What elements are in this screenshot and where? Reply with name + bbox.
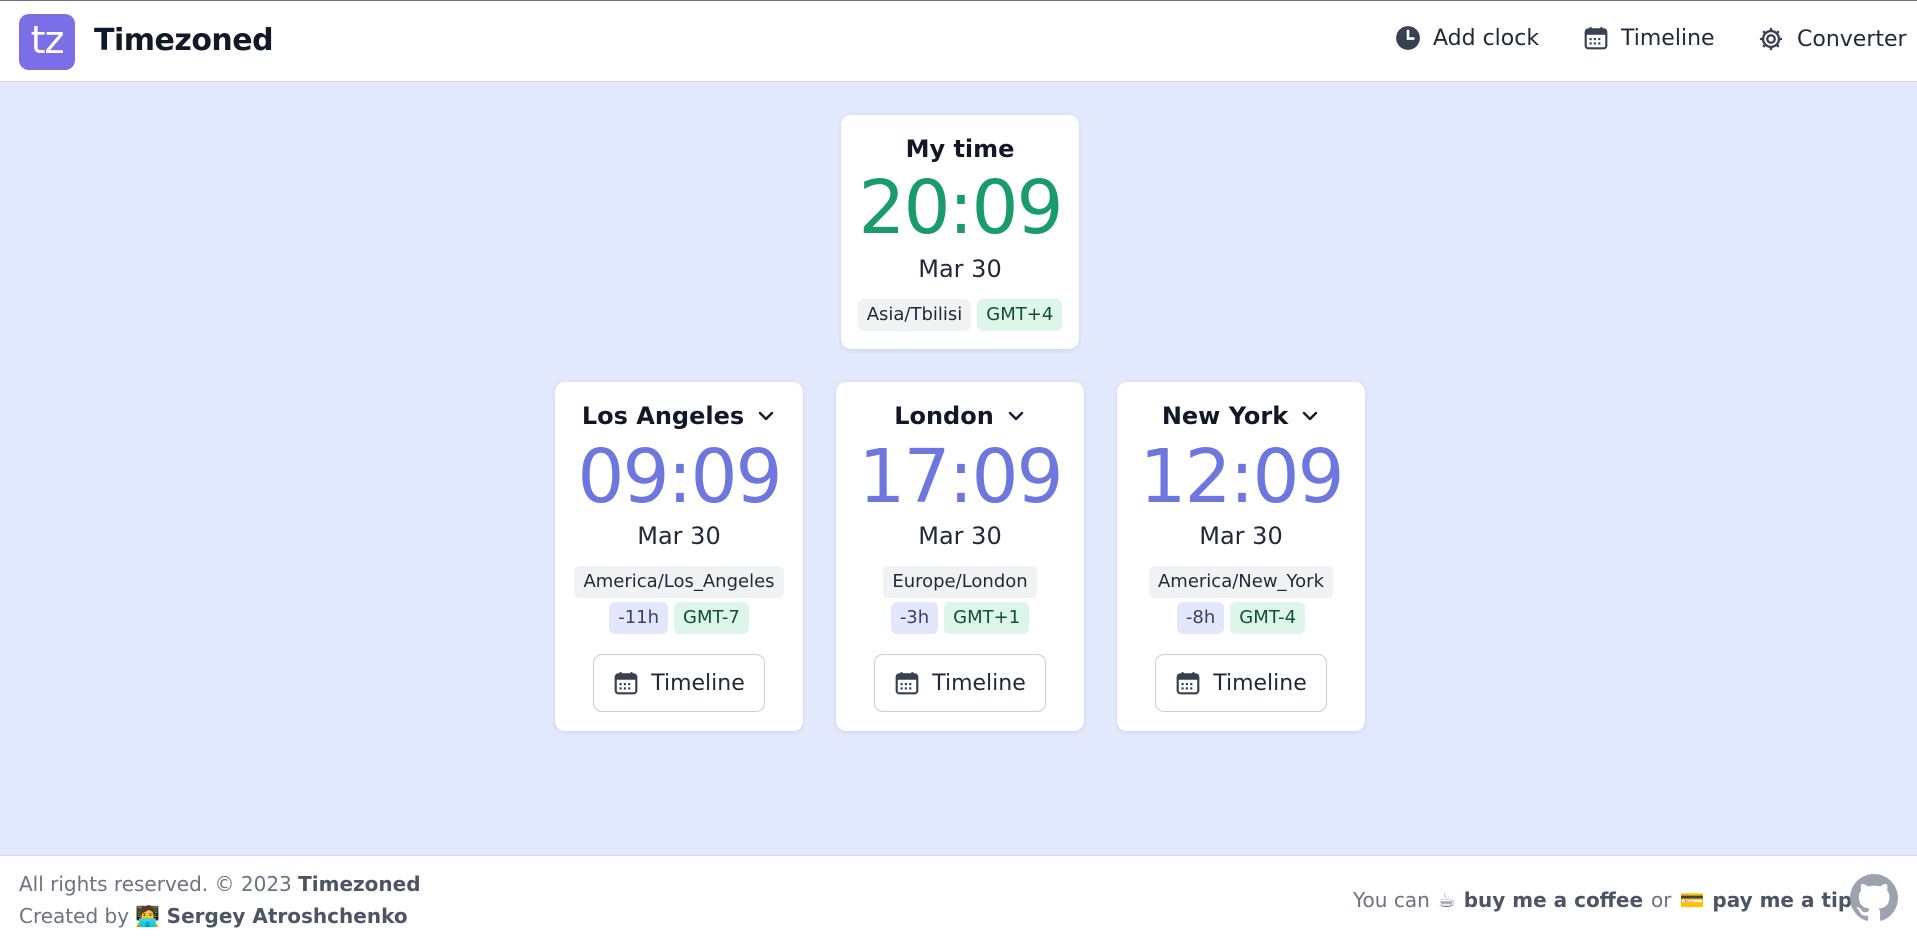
you-can-text: You can [1353, 888, 1430, 912]
city-date: Mar 30 [918, 522, 1002, 550]
footer-brand-link[interactable]: Timezoned [298, 872, 420, 896]
city-offset-row: -11h GMT-7 [555, 602, 803, 634]
author-line: Created by 🧑‍💻 Sergey Atroshchenko [19, 904, 408, 928]
buy-coffee-link[interactable]: buy me a coffee [1464, 888, 1643, 912]
timeline-button-label: Timeline [651, 670, 745, 696]
city-clock: 09:09 [577, 434, 782, 520]
gmt-badge: GMT-4 [1230, 602, 1306, 634]
clock-card-london: London 17:09 Mar 30 Europe/London -3h GM… [836, 382, 1084, 731]
city-offset-row: -8h GMT-4 [1117, 602, 1365, 634]
gmt-badge: GMT+1 [944, 602, 1030, 634]
city-clock: 17:09 [858, 434, 1063, 520]
or-text: or [1651, 888, 1672, 912]
converter-label: Converter [1797, 26, 1907, 52]
timeline-nav-label: Timeline [1621, 25, 1715, 51]
calendar-icon [613, 670, 639, 696]
github-icon[interactable] [1849, 873, 1899, 923]
footer: All rights reserved. © 2023 Timezoned Cr… [0, 855, 1917, 938]
timeline-nav-button[interactable]: Timeline [1583, 25, 1715, 51]
created-by-text: Created by [19, 904, 130, 928]
clock-icon [1395, 25, 1421, 51]
city-name: Los Angeles [581, 402, 745, 430]
timezone-badge: Asia/Tbilisi [857, 299, 972, 331]
city-date: Mar 30 [637, 522, 721, 550]
timeline-button-label: Timeline [1213, 670, 1307, 696]
my-time-title: My time [905, 135, 1015, 163]
calendar-icon [894, 670, 920, 696]
city-select-london[interactable]: London [836, 402, 1084, 430]
gmt-badge: GMT-7 [674, 602, 749, 634]
calendar-icon [1583, 25, 1609, 51]
gear-icon [1757, 25, 1785, 53]
timeline-button[interactable]: Timeline [1155, 654, 1327, 712]
city-zone-row: America/Los_Angeles [555, 566, 803, 598]
city-zone-row: Europe/London [836, 566, 1084, 598]
city-name: New York [1161, 402, 1289, 430]
city-select-los-angeles[interactable]: Los Angeles [555, 402, 803, 430]
hour-diff-badge: -11h [609, 602, 669, 634]
clock-card-new-york: New York 12:09 Mar 30 America/New_York -… [1117, 382, 1365, 731]
timezone-badge: America/Los_Angeles [574, 566, 784, 598]
clock-card-los-angeles: Los Angeles 09:09 Mar 30 America/Los_Ang… [555, 382, 803, 731]
top-bar: tz Timezoned Add clock Timeline Converte… [0, 0, 1917, 82]
converter-button[interactable]: Converter [1757, 25, 1907, 53]
chevron-down-icon [1300, 406, 1320, 426]
pay-tip-link[interactable]: pay me a tip [1712, 888, 1852, 912]
hour-diff-badge: -8h [1176, 602, 1225, 634]
timeline-button[interactable]: Timeline [593, 654, 765, 712]
city-select-new-york[interactable]: New York [1117, 402, 1365, 430]
chevron-down-icon [756, 406, 776, 426]
add-clock-button[interactable]: Add clock [1395, 25, 1539, 51]
city-offset-row: -3h GMT+1 [836, 602, 1084, 634]
author-link[interactable]: Sergey Atroshchenko [167, 904, 408, 928]
my-time-clock: 20:09 [858, 165, 1063, 251]
credit-card-emoji: 💳 [1679, 888, 1705, 912]
city-zone-row: America/New_York [1117, 566, 1365, 598]
copyright-line: All rights reserved. © 2023 Timezoned [19, 872, 421, 896]
my-time-date: Mar 30 [918, 255, 1002, 283]
timezone-badge: America/New_York [1148, 566, 1334, 598]
timeline-button-label: Timeline [932, 670, 1026, 696]
logo[interactable]: tz [19, 14, 75, 70]
gmt-badge: GMT+4 [977, 299, 1063, 331]
coffee-emoji: ☕ [1437, 888, 1456, 912]
donate-line: You can ☕ buy me a coffee or 💳 pay me a … [1353, 888, 1852, 912]
city-clock: 12:09 [1139, 434, 1344, 520]
timeline-button[interactable]: Timeline [874, 654, 1046, 712]
city-date: Mar 30 [1199, 522, 1283, 550]
copyright-text: All rights reserved. © 2023 [19, 872, 292, 896]
brand-name[interactable]: Timezoned [94, 23, 274, 58]
technologist-emoji: 🧑‍💻 [135, 904, 161, 928]
my-time-badges: Asia/Tbilisi GMT+4 [841, 299, 1079, 331]
my-time-card: My time 20:09 Mar 30 Asia/Tbilisi GMT+4 [841, 115, 1079, 349]
calendar-icon [1175, 670, 1201, 696]
chevron-down-icon [1006, 406, 1026, 426]
city-name: London [894, 402, 994, 430]
timezone-badge: Europe/London [883, 566, 1037, 598]
hour-diff-badge: -3h [890, 602, 939, 634]
add-clock-label: Add clock [1433, 25, 1540, 51]
